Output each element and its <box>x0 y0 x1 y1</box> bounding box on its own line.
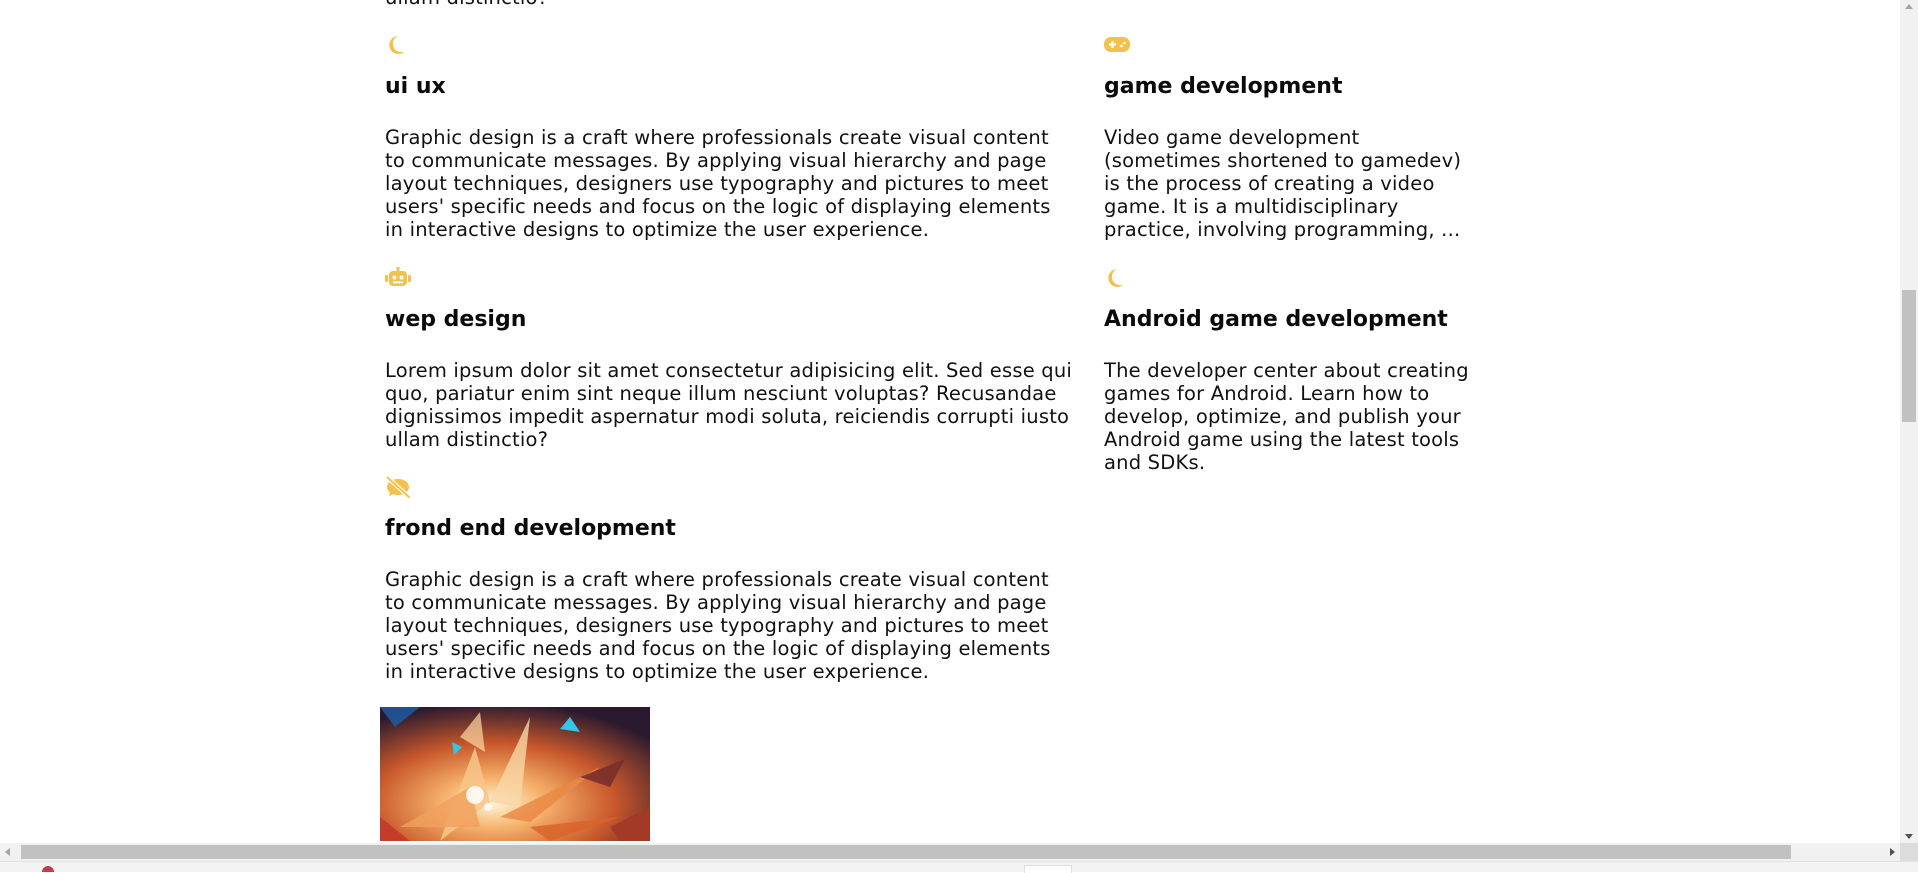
moon-icon <box>389 36 405 54</box>
service-title: frond end development <box>385 516 676 541</box>
taskbar-edge <box>0 861 1918 873</box>
service-title: game development <box>1104 74 1343 99</box>
service-description: Lorem ipsum dolor sit amet consectetur a… <box>385 359 1073 451</box>
service-description: Graphic design is a craft where professi… <box>385 126 1051 241</box>
previous-service-text: ullam distinctio? <box>385 0 548 9</box>
vertical-scrollbar[interactable] <box>1900 0 1918 843</box>
service-title: Android game development <box>1104 307 1448 332</box>
page: ullam distinctio? ui ux Graphic design i… <box>0 0 1900 843</box>
service-title: ui ux <box>385 74 446 99</box>
vertical-scrollbar-thumb[interactable] <box>1902 290 1916 422</box>
service-description: Video game development (sometimes shorte… <box>1104 126 1462 241</box>
scroll-right-arrow-icon[interactable] <box>1890 848 1895 856</box>
horizontal-scrollbar-thumb[interactable] <box>21 845 1791 859</box>
scrollbar-corner <box>1900 843 1918 861</box>
gamepad-icon <box>1104 37 1130 52</box>
taskbar-item[interactable] <box>1024 865 1072 873</box>
abstract-flower-artwork-icon <box>380 707 650 841</box>
moon-icon <box>1108 269 1124 287</box>
portfolio-image <box>380 707 650 841</box>
service-description: Graphic design is a craft where professi… <box>385 568 1051 683</box>
comment-slash-icon <box>385 476 411 498</box>
service-title: wep design <box>385 307 527 332</box>
scroll-down-arrow-icon[interactable] <box>1905 834 1913 839</box>
robot-icon <box>385 267 411 286</box>
service-description: The developer center about creating game… <box>1104 359 1469 474</box>
scroll-up-arrow-icon[interactable] <box>1905 4 1913 9</box>
taskbar-app-icon[interactable] <box>42 866 54 872</box>
scroll-left-arrow-icon[interactable] <box>5 848 10 856</box>
horizontal-scrollbar[interactable] <box>0 843 1900 861</box>
